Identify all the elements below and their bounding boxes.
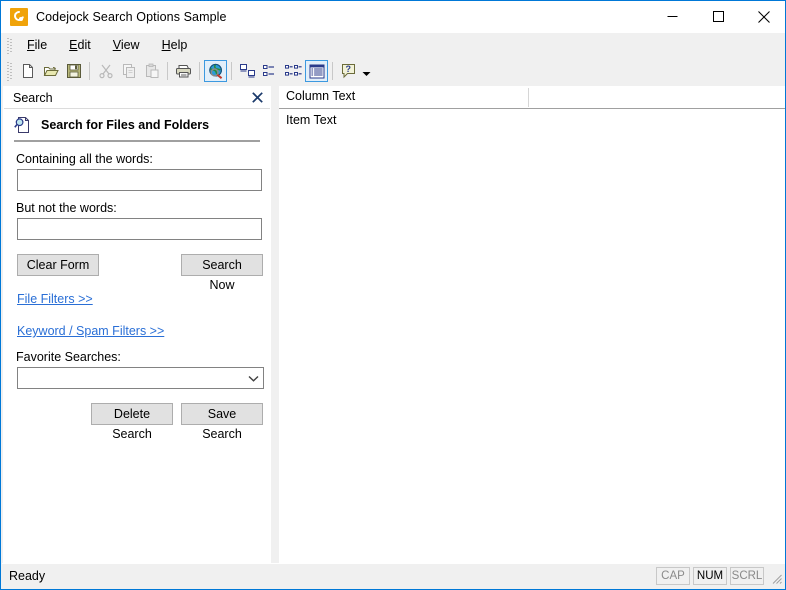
status-pane-scrl: SCRL — [730, 567, 764, 585]
search-panel-body: Search for Files and Folders Containing … — [4, 109, 270, 564]
status-indicator-panes: CAP NUM SCRL — [656, 567, 764, 585]
list-view[interactable]: Column Text Item Text — [279, 86, 785, 564]
menu-item-view-label: iew — [120, 38, 140, 52]
search-panel-heading: Search for Files and Folders — [41, 118, 210, 132]
search-panel-title: Search — [13, 90, 53, 105]
favorite-searches-value — [18, 368, 263, 371]
menu-item-edit[interactable]: Edit — [58, 35, 102, 56]
clear-form-button[interactable]: Clear Form — [17, 254, 99, 276]
window-controls — [649, 1, 785, 32]
print-icon[interactable] — [172, 60, 195, 82]
minimize-button[interactable] — [649, 1, 695, 32]
search-now-button[interactable]: Search Now — [181, 254, 263, 292]
status-message: Ready — [9, 569, 46, 583]
close-button[interactable] — [741, 1, 785, 32]
menu-item-file[interactable]: File — [16, 35, 58, 56]
status-pane-cap: CAP — [656, 567, 690, 585]
title-bar: Codejock Search Options Sample — [1, 1, 785, 33]
menu-item-help[interactable]: Help — [151, 35, 199, 56]
chevron-down-icon[interactable] — [360, 60, 372, 82]
large-icons-view-icon[interactable] — [236, 60, 259, 82]
main-toolbar: ? — [2, 58, 785, 85]
menu-item-view[interactable]: View — [102, 35, 151, 56]
maximize-button[interactable] — [695, 1, 741, 32]
new-file-icon[interactable] — [16, 60, 39, 82]
favorite-searches-combobox[interactable] — [17, 367, 264, 389]
paste-clipboard-icon — [140, 60, 163, 82]
application-window: Codejock Search Options Sample File Edit… — [0, 0, 786, 590]
menu-bar: File Edit View Help — [2, 33, 785, 58]
favorite-searches-label: Favorite Searches: — [16, 350, 121, 364]
delete-search-button[interactable]: Delete Search — [91, 403, 173, 441]
list-view-header: Column Text — [279, 86, 785, 109]
resize-grip-icon[interactable] — [769, 571, 783, 585]
window-title: Codejock Search Options Sample — [36, 10, 227, 24]
details-view-icon[interactable] — [305, 60, 328, 82]
globe-search-icon[interactable] — [204, 60, 227, 82]
favorite-action-row: Delete Search Save Search — [4, 403, 270, 441]
toolbar-separator — [332, 62, 333, 80]
menu-item-file-label: ile — [34, 38, 48, 52]
status-bar: Ready CAP NUM SCRL — [2, 563, 785, 588]
save-search-button[interactable]: Save Search — [181, 403, 263, 441]
close-icon[interactable] — [249, 89, 265, 105]
search-panel: Search Search for Files and Folders Cont… — [3, 86, 271, 564]
search-panel-header: Search for Files and Folders — [4, 109, 270, 134]
toolbar-separator — [199, 62, 200, 80]
search-panel-caption: Search — [4, 87, 270, 109]
excluding-words-label: But not the words: — [16, 201, 117, 215]
keyword-spam-filters-link[interactable]: Keyword / Spam Filters >> — [17, 324, 164, 338]
status-pane-num: NUM — [693, 567, 727, 585]
help-question-icon[interactable]: ? — [337, 60, 360, 82]
column-header-0[interactable]: Column Text — [286, 86, 355, 107]
column-divider[interactable] — [528, 88, 529, 107]
save-disk-icon[interactable] — [62, 60, 85, 82]
codejock-logo-icon — [10, 8, 28, 26]
cut-scissors-icon — [94, 60, 117, 82]
chevron-down-icon[interactable] — [244, 369, 262, 387]
svg-text:?: ? — [345, 64, 351, 74]
copy-icon — [117, 60, 140, 82]
containing-words-label: Containing all the words: — [16, 152, 153, 166]
list-view-icon[interactable] — [282, 60, 305, 82]
keyword-spam-filters-link-row: Keyword / Spam Filters >> — [17, 322, 270, 340]
small-icons-view-icon[interactable] — [259, 60, 282, 82]
panel-splitter[interactable] — [271, 86, 279, 564]
document-search-icon — [14, 116, 32, 134]
menu-item-help-label: elp — [170, 38, 188, 52]
containing-words-input[interactable] — [17, 169, 262, 191]
toolbar-gripper-handle[interactable] — [5, 61, 14, 81]
excluding-words-input[interactable] — [17, 218, 262, 240]
toolbar-separator — [167, 62, 168, 80]
menu-gripper-handle[interactable] — [5, 37, 14, 54]
search-action-row: Clear Form Search Now — [4, 254, 270, 292]
header-divider — [14, 140, 260, 142]
file-filters-link[interactable]: File Filters >> — [17, 292, 93, 306]
toolbar-separator — [89, 62, 90, 80]
open-folder-icon[interactable] — [39, 60, 62, 82]
list-item[interactable]: Item Text — [279, 109, 785, 127]
toolbar-separator — [231, 62, 232, 80]
menu-item-edit-label: dit — [77, 38, 91, 52]
